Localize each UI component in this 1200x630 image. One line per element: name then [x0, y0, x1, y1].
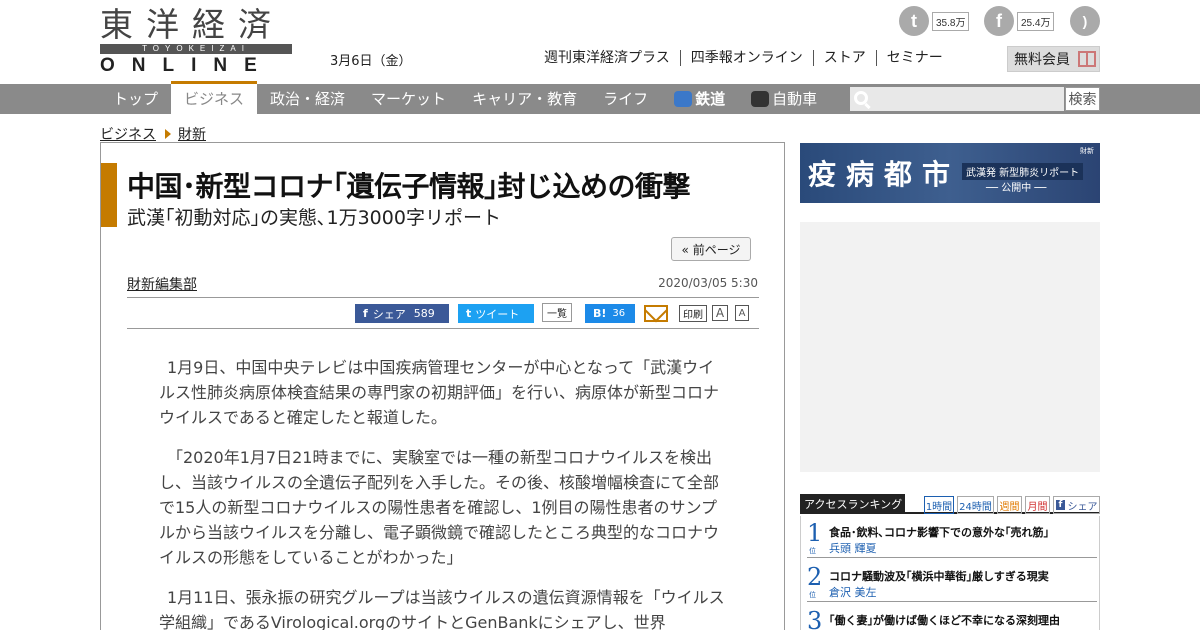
logo-romaji: TOYOKEIZAI: [100, 44, 292, 54]
share-toolbar: f シェア 589 t ツイート 一覧 B! 36 印刷 A A: [127, 297, 759, 329]
main-nav: トップ ビジネス 政治・経済 マーケット キャリア・教育 ライフ 鉄道 自動車 …: [0, 81, 1200, 114]
hatena-bookmark-button[interactable]: B! 36: [585, 304, 635, 323]
facebook-share-count: 589: [413, 307, 435, 320]
free-member-button[interactable]: 無料会員: [1007, 46, 1100, 72]
rank-author: 倉沢 美左: [829, 586, 877, 599]
ranking-tab-share-label: シェア: [1067, 501, 1098, 513]
ranking-item[interactable]: 3 位 ｢働く妻｣が働けば働くほど不幸になる深刻理由: [807, 604, 1097, 630]
font-small-button[interactable]: A: [735, 305, 749, 321]
ranking-tab-share[interactable]: f シェア: [1053, 496, 1100, 514]
site-logo[interactable]: 東洋経済 TOYOKEIZAI ONLINE: [100, 5, 292, 76]
train-icon: [674, 91, 693, 107]
link-store[interactable]: ストア: [814, 50, 877, 66]
logo-online: ONLINE: [100, 55, 274, 76]
rank-number: 3: [807, 607, 823, 630]
article-title: 中国･新型コロナ｢遺伝子情報｣封じ込めの衝撃: [127, 170, 691, 203]
link-shikiho[interactable]: 四季報オンライン: [681, 50, 814, 66]
article-paragraph: 1月9日、中国中央テレビは中国疾病管理センターが中心となって「武漢ウイルス性肺炎…: [159, 358, 720, 427]
nav-top[interactable]: トップ: [100, 84, 171, 114]
search-button[interactable]: 検索: [1065, 87, 1100, 111]
rank-number: 1: [807, 519, 823, 547]
nav-auto[interactable]: 自動車: [738, 84, 830, 114]
banner-title: 疫病都市: [808, 158, 961, 191]
gift-icon: [1078, 51, 1096, 67]
banner-publisher: 財新: [1080, 147, 1094, 155]
nav-market[interactable]: マーケット: [358, 84, 459, 114]
access-ranking: アクセスランキング 1時間 24時間 週間 月間 f シェア 1 位 食品･飲料…: [800, 494, 1100, 630]
facebook-icon: f: [984, 6, 1014, 36]
twitter-count: 35.8万: [932, 11, 970, 31]
rss-icon: ): [1070, 6, 1100, 36]
prev-page-button[interactable]: « 前ページ: [671, 237, 751, 261]
breadcrumb-caixin[interactable]: 財新: [178, 124, 206, 144]
tweet-label: ツイート: [475, 307, 520, 321]
rank-number: 2: [807, 563, 823, 591]
article-paragraph: 「2020年1月7日21時までに、実験室では一種の新型コロナウイルスを検出し、当…: [159, 448, 720, 567]
nav-politics[interactable]: 政治・経済: [257, 84, 358, 114]
header-links: 週刊東洋経済プラス 四季報オンライン ストア セミナー: [538, 50, 953, 66]
print-button[interactable]: 印刷: [679, 305, 707, 322]
rank-title: コロナ騒動波及｢横浜中華街｣厳しすぎる現実: [829, 570, 1049, 583]
ranking-tab-weekly[interactable]: 週間: [997, 496, 1022, 514]
rss-link[interactable]: ): [1070, 6, 1100, 36]
ranking-header: アクセスランキング 1時間 24時間 週間 月間 f シェア: [800, 494, 1100, 514]
breadcrumb-business[interactable]: ビジネス: [100, 124, 156, 144]
rank-suffix: 位: [809, 547, 816, 555]
tweet-list-button[interactable]: 一覧: [542, 303, 572, 322]
article-body: 1月9日、中国中央テレビは中国疾病管理センターが中心となって「武漢ウイルス性肺炎…: [159, 355, 729, 630]
ranking-tab-1h[interactable]: 1時間: [924, 496, 954, 514]
logo-kanji: 東洋経済: [100, 5, 284, 44]
tweet-button[interactable]: t ツイート: [458, 304, 534, 323]
ranking-item[interactable]: 2 位 コロナ騒動波及｢横浜中華街｣厳しすぎる現実 倉沢 美左: [807, 560, 1097, 602]
twitter-icon: t: [899, 6, 929, 36]
ranking-list: 1 位 食品･飲料､コロナ影響下での意外な｢売れ筋｣ 兵頭 輝夏 2 位 コロナ…: [800, 516, 1100, 630]
mail-icon[interactable]: [644, 305, 668, 322]
rank-title: ｢働く妻｣が働けば働くほど不幸になる深刻理由: [829, 614, 1060, 627]
banner-status: ── 公開中 ──: [986, 183, 1047, 194]
nav-auto-label: 自動車: [772, 90, 818, 108]
hatena-count: 36: [612, 308, 626, 319]
nav-life[interactable]: ライフ: [590, 84, 661, 114]
nav-railway[interactable]: 鉄道: [661, 84, 738, 114]
facebook-share-button[interactable]: f シェア 589: [355, 304, 449, 323]
search-input[interactable]: [850, 87, 1064, 111]
nav-railway-label: 鉄道: [695, 90, 726, 108]
article-author[interactable]: 財新編集部: [127, 274, 197, 294]
ranking-tab-24h[interactable]: 24時間: [957, 496, 994, 514]
ad-placeholder: [800, 222, 1100, 472]
nav-business[interactable]: ビジネス: [171, 81, 258, 114]
current-date: 3月6日（金）: [330, 54, 412, 69]
facebook-follow[interactable]: f 25.4万: [984, 6, 1055, 36]
search-icon: [854, 91, 868, 105]
article-paragraph: 1月11日、張永振の研究グループは当該ウイルスの遺伝資源情報を「ウイルス学組織」…: [159, 588, 725, 630]
feature-banner[interactable]: 疫病都市 武漢発 新型肺炎リポート ── 公開中 ── 財新: [800, 143, 1100, 203]
hatena-icon: B!: [593, 307, 607, 320]
article-subtitle: 武漢｢初動対応｣の実態､1万3000字リポート: [127, 207, 501, 229]
facebook-count: 25.4万: [1017, 11, 1055, 31]
rank-suffix: 位: [809, 591, 816, 599]
ranking-label: アクセスランキング: [800, 494, 905, 514]
article-container: 中国･新型コロナ｢遺伝子情報｣封じ込めの衝撃 武漢｢初動対応｣の実態､1万300…: [100, 142, 785, 630]
breadcrumb-arrow-icon: [165, 129, 171, 139]
link-seminar[interactable]: セミナー: [877, 50, 953, 66]
rank-title: 食品･飲料､コロナ影響下での意外な｢売れ筋｣: [829, 526, 1049, 539]
facebook-icon: f: [363, 307, 368, 320]
twitter-icon: t: [466, 307, 472, 320]
link-weekly-plus[interactable]: 週刊東洋経済プラス: [538, 50, 681, 66]
breadcrumb: ビジネス 財新: [100, 124, 206, 144]
twitter-follow[interactable]: t 35.8万: [899, 6, 970, 36]
rank-author: 兵頭 輝夏: [829, 542, 877, 555]
member-label: 無料会員: [1014, 52, 1070, 68]
facebook-icon: f: [1055, 500, 1066, 510]
nav-career[interactable]: キャリア・教育: [459, 84, 590, 114]
ranking-tab-monthly[interactable]: 月間: [1025, 496, 1050, 514]
ranking-item[interactable]: 1 位 食品･飲料､コロナ影響下での意外な｢売れ筋｣ 兵頭 輝夏: [807, 516, 1097, 558]
font-large-button[interactable]: A: [712, 305, 728, 321]
car-icon: [751, 91, 770, 107]
title-accent-bar: [101, 163, 117, 227]
article-datetime: 2020/03/05 5:30: [658, 276, 758, 290]
facebook-share-label: シェア: [372, 307, 406, 321]
banner-subtitle: 武漢発 新型肺炎リポート: [962, 163, 1084, 180]
